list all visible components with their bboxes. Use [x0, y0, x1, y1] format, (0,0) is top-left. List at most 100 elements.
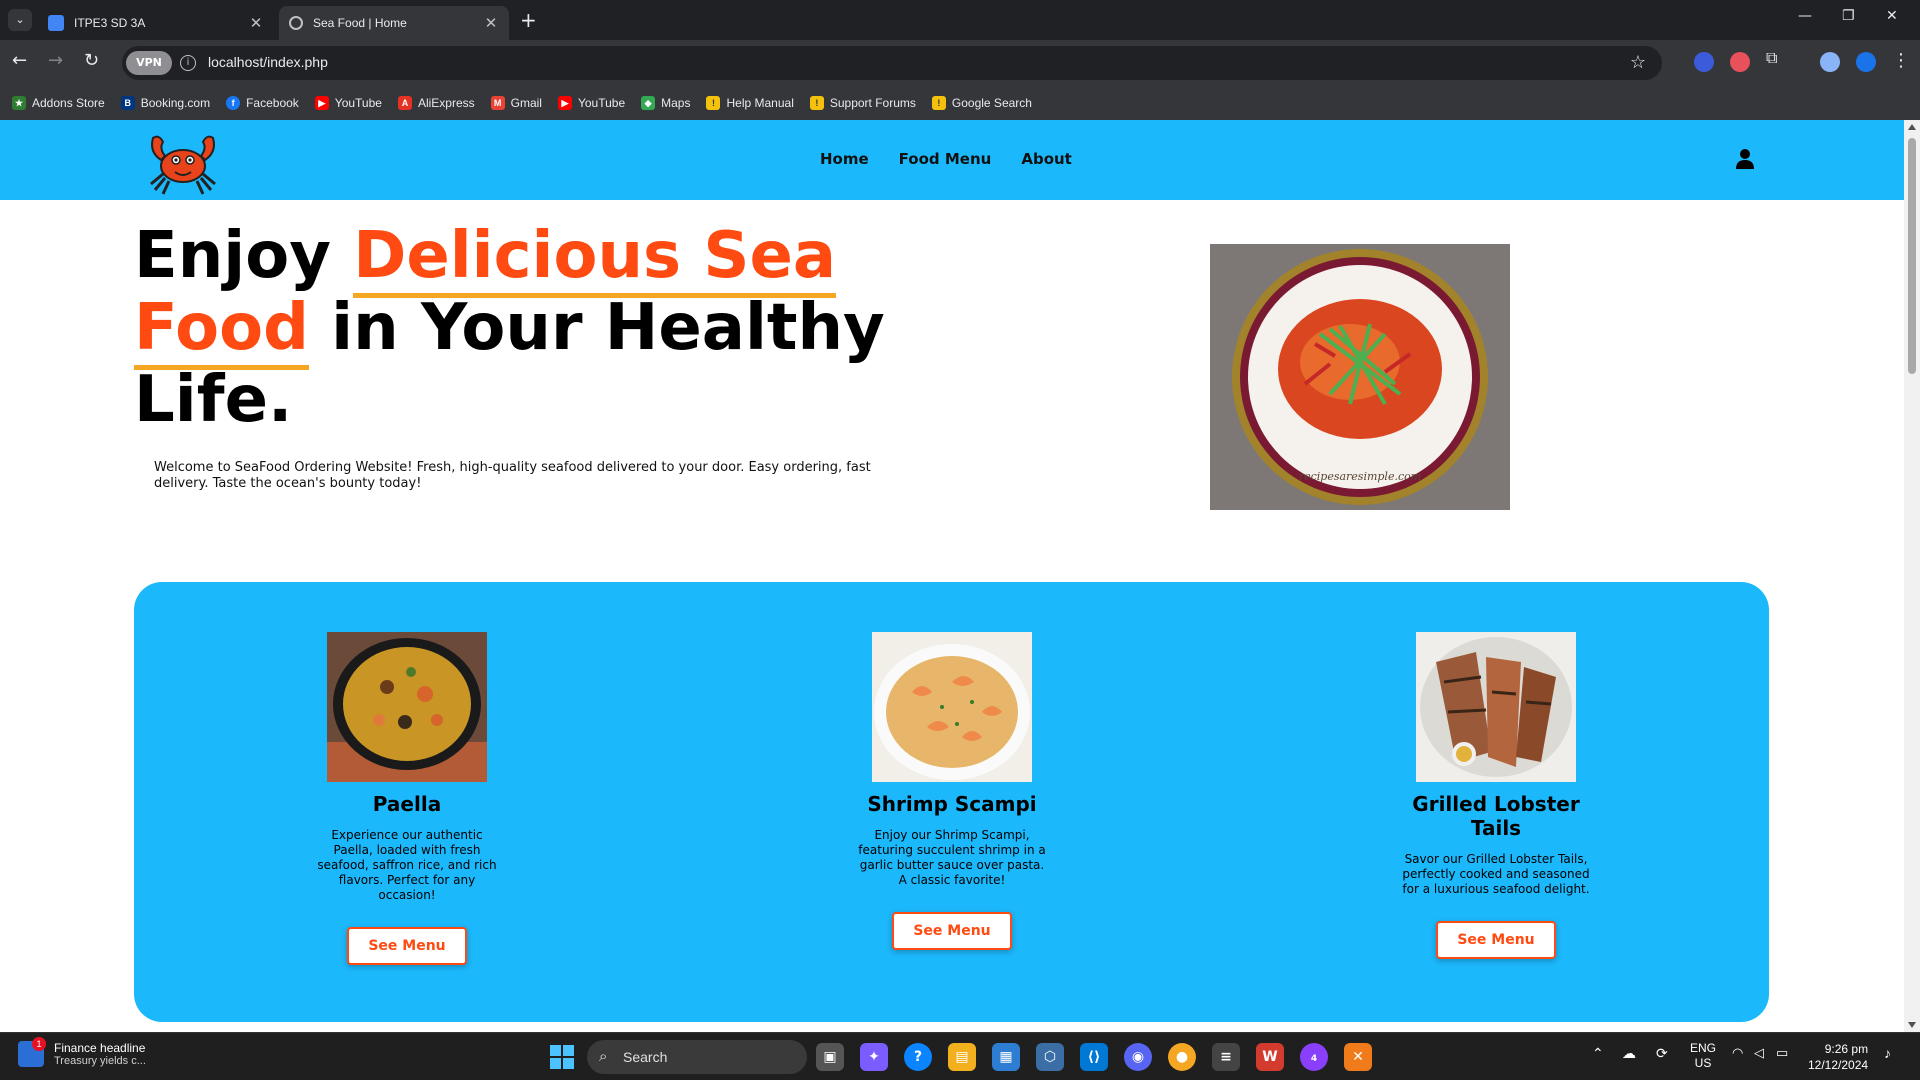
- see-menu-button[interactable]: See Menu: [892, 912, 1012, 950]
- bookmark-support-forums[interactable]: ! Support Forums: [809, 96, 916, 110]
- bookmark-youtube[interactable]: ▶ YouTube: [314, 96, 382, 110]
- battery-icon[interactable]: ▭: [1776, 1045, 1788, 1061]
- gmail-icon: M: [490, 96, 505, 110]
- close-tab-icon[interactable]: ✕: [483, 14, 499, 32]
- tab-itpe3[interactable]: ITPE3 SD 3A ✕: [38, 6, 274, 40]
- bookmark-help-manual[interactable]: ! Help Manual: [706, 96, 794, 110]
- onedrive-cloud-icon[interactable]: ☁: [1622, 1045, 1636, 1062]
- close-window-icon[interactable]: ✕: [1886, 8, 1898, 24]
- url-text[interactable]: localhost/index.php: [208, 54, 328, 70]
- bookmark-addons-store[interactable]: ★ Addons Store: [12, 96, 105, 110]
- user-account-icon[interactable]: [1735, 148, 1755, 170]
- nav-food-menu[interactable]: Food Menu: [899, 150, 992, 168]
- vscode-icon[interactable]: ⟨⟩: [1080, 1043, 1108, 1071]
- address-bar[interactable]: VPN i localhost/index.php ☆: [122, 46, 1662, 80]
- extensions-puzzle-icon[interactable]: ⧉: [1766, 48, 1786, 68]
- youtube-icon: ▶: [557, 96, 572, 110]
- scroll-down-icon[interactable]: [1908, 1022, 1916, 1028]
- dish-card-paella: Paella Experience our authentic Paella, …: [307, 632, 507, 965]
- site-info-icon[interactable]: i: [180, 55, 196, 71]
- wps-office-icon[interactable]: W: [1256, 1043, 1284, 1071]
- windows-start-icon[interactable]: [550, 1045, 574, 1069]
- dish-name: Grilled Lobster Tails: [1412, 792, 1580, 840]
- news-icon: 1: [18, 1037, 46, 1067]
- facebook-icon: f: [226, 96, 241, 110]
- cube-app-icon[interactable]: ⬡: [1036, 1043, 1064, 1071]
- news-widget[interactable]: 1 Finance headline Treasury yields c...: [18, 1037, 146, 1067]
- bookmark-google-search[interactable]: ! Google Search: [931, 96, 1032, 110]
- dish-card-grilled-lobster-tails: Grilled Lobster Tails Savor our Grilled …: [1396, 632, 1596, 959]
- page-viewport: Home Food Menu About Enjoy Delicious Sea…: [0, 120, 1904, 1032]
- page-scrollbar[interactable]: [1904, 120, 1920, 1032]
- tab-seafood-home[interactable]: Sea Food | Home ✕: [279, 6, 509, 40]
- tab-title: ITPE3 SD 3A: [74, 16, 146, 30]
- taskbar-search[interactable]: ⌕ Search: [587, 1040, 807, 1074]
- tab-search-dropdown-icon[interactable]: ⌄: [8, 9, 32, 31]
- globe-favicon-icon: [289, 16, 303, 30]
- main-nav: Home Food Menu About: [820, 150, 1072, 168]
- file-explorer-icon[interactable]: ▤: [948, 1043, 976, 1071]
- sync-icon[interactable]: ⟳: [1656, 1045, 1668, 1062]
- discord-icon[interactable]: ◉: [1124, 1043, 1152, 1071]
- see-menu-button[interactable]: See Menu: [1436, 921, 1556, 959]
- featured-dishes-panel: Paella Experience our authentic Paella, …: [134, 582, 1769, 1022]
- news-title: Finance headline: [54, 1041, 146, 1055]
- restore-icon[interactable]: ❐: [1842, 8, 1855, 24]
- bookmark-star-icon[interactable]: ☆: [1630, 52, 1646, 73]
- new-tab-button[interactable]: +: [520, 8, 537, 32]
- dish-description: Experience our authentic Paella, loaded …: [317, 828, 497, 902]
- hero-highlight: Food: [134, 291, 309, 370]
- bookmark-aliexpress[interactable]: A AliExpress: [397, 96, 475, 110]
- crab-dish-image: recipesaresimple.com: [1210, 244, 1510, 510]
- bookmark-booking[interactable]: B Booking.com: [120, 96, 210, 110]
- wifi-icon[interactable]: ◠: [1732, 1045, 1743, 1061]
- vpn-badge[interactable]: VPN: [126, 51, 172, 75]
- bookmark-youtube[interactable]: ▶ YouTube: [557, 96, 625, 110]
- show-hidden-icons[interactable]: ⌃: [1592, 1045, 1604, 1062]
- browser-menu-icon[interactable]: ⋮: [1892, 50, 1910, 71]
- minimize-icon[interactable]: —: [1798, 8, 1812, 24]
- crab-logo[interactable]: [145, 126, 221, 196]
- forward-icon[interactable]: →: [48, 50, 63, 71]
- dish-name: Shrimp Scampi: [867, 792, 1037, 816]
- bookmark-maps[interactable]: ◆ Maps: [641, 96, 690, 110]
- site-header: Home Food Menu About: [0, 120, 1904, 200]
- help-manual-icon: !: [706, 96, 721, 110]
- volume-icon[interactable]: ◁: [1754, 1045, 1764, 1061]
- scroll-thumb[interactable]: [1908, 138, 1916, 374]
- browser-extension-icon[interactable]: [1730, 52, 1750, 72]
- close-tab-icon[interactable]: ✕: [248, 14, 264, 32]
- dish-card-shrimp-scampi: Shrimp Scampi Enjoy our Shrimp Scampi, f…: [852, 632, 1052, 950]
- xampp-icon[interactable]: ✕: [1344, 1043, 1372, 1071]
- browser-app-icon[interactable]: ●: [1168, 1043, 1196, 1071]
- bookmarks-bar: ★ Addons Store B Booking.com f Facebook ▶ Yo…: [0, 86, 1920, 120]
- profile-avatar-icon[interactable]: [1820, 52, 1840, 72]
- classroom-favicon-icon: [48, 15, 64, 31]
- addons-store-icon: ★: [12, 96, 26, 110]
- see-menu-button[interactable]: See Menu: [347, 927, 467, 965]
- task-view-icon[interactable]: ▣: [816, 1043, 844, 1071]
- microsoft-store-icon[interactable]: ▦: [992, 1043, 1020, 1071]
- support-forums-icon: !: [809, 96, 824, 110]
- bookmark-facebook[interactable]: f Facebook: [226, 96, 299, 110]
- browser-toolbar: ← → ↻ VPN i localhost/index.php ☆ ⧉ ⋮: [0, 40, 1920, 86]
- language-indicator[interactable]: ENG US: [1690, 1041, 1716, 1071]
- scroll-up-icon[interactable]: [1908, 124, 1916, 130]
- nav-home[interactable]: Home: [820, 150, 869, 168]
- nav-about[interactable]: About: [1021, 150, 1072, 168]
- back-icon[interactable]: ←: [12, 50, 27, 71]
- notifications-bell-icon[interactable]: ♪: [1884, 1045, 1891, 1061]
- copilot-icon[interactable]: ✦: [860, 1043, 888, 1071]
- dish-description: Savor our Grilled Lobster Tails, perfect…: [1402, 852, 1590, 896]
- help-icon[interactable]: ?: [904, 1043, 932, 1071]
- messenger-icon[interactable]: 4: [1300, 1043, 1328, 1071]
- booking-icon: B: [120, 96, 135, 110]
- paella-image: [327, 632, 487, 782]
- password-extension-icon[interactable]: [1694, 52, 1714, 72]
- settings-sliders-icon[interactable]: ≡: [1212, 1043, 1240, 1071]
- verified-extension-icon[interactable]: [1856, 52, 1876, 72]
- system-clock[interactable]: 9:26 pm 12/12/2024: [1808, 1041, 1868, 1073]
- windows-taskbar: 1 Finance headline Treasury yields c... …: [0, 1032, 1920, 1080]
- bookmark-gmail[interactable]: M Gmail: [490, 96, 542, 110]
- reload-icon[interactable]: ↻: [84, 50, 99, 71]
